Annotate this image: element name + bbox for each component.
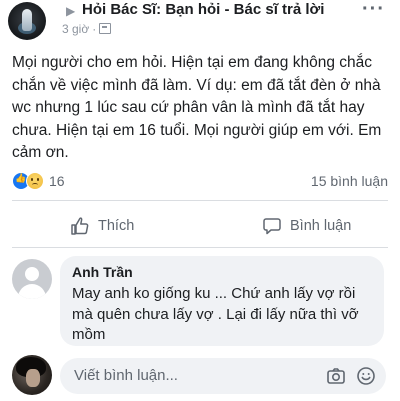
commenter-name[interactable]: Anh Trần (72, 264, 133, 280)
divider-bottom (12, 247, 388, 248)
comment-bubble: Anh Trần May anh ko giống ku ... Chứ anh… (60, 256, 384, 346)
post-text: Mọi người cho em hỏi. Hiện tại em đang k… (12, 54, 382, 162)
thumbs-up-icon (71, 217, 89, 235)
comment-icon (263, 218, 281, 235)
more-options-icon[interactable]: ··· (362, 0, 385, 21)
commenter-avatar[interactable] (12, 259, 52, 299)
camera-icon[interactable] (326, 366, 346, 386)
comment-label: Bình luận (290, 218, 352, 234)
post-header: ▶ Hỏi Bác Sĩ: Bạn hỏi - Bác sĩ trả lời ·… (0, 0, 400, 44)
meta-separator: · (92, 22, 97, 36)
comment-text: May anh ko giống ku ... Chứ anh lấy vợ r… (72, 285, 359, 343)
comment-item: Anh Trần May anh ko giống ku ... Chứ anh… (12, 256, 400, 346)
post-meta: 3 giờ · (62, 22, 112, 36)
like-label: Thích (98, 218, 135, 234)
divider-top (12, 200, 388, 201)
comment-button[interactable]: Bình luận (262, 207, 351, 245)
comment-input-placeholder: Viết bình luận... (74, 367, 178, 384)
emoji-icon[interactable] (356, 366, 376, 386)
arrow-right-icon: ▶ (66, 4, 76, 18)
group-name-link[interactable]: Hỏi Bác Sĩ: Bạn hỏi - Bác sĩ trả lời (82, 1, 324, 18)
action-bar: Thích Bình luận (0, 207, 400, 245)
comment-count[interactable]: 15 bình luận (311, 173, 388, 189)
comment-input[interactable]: Viết bình luận... (60, 358, 386, 394)
reaction-count[interactable]: 16 (49, 173, 65, 189)
sad-reaction-icon (26, 172, 44, 190)
post-time[interactable]: 3 giờ (62, 22, 89, 36)
comment-composer: Viết bình luận... (0, 352, 400, 401)
reactions-bar[interactable]: 16 15 bình luận (12, 171, 388, 191)
avatar[interactable] (12, 355, 52, 395)
group-avatar-icon[interactable] (8, 2, 46, 40)
like-button[interactable]: Thích (70, 207, 134, 245)
group-privacy-icon (99, 23, 112, 34)
